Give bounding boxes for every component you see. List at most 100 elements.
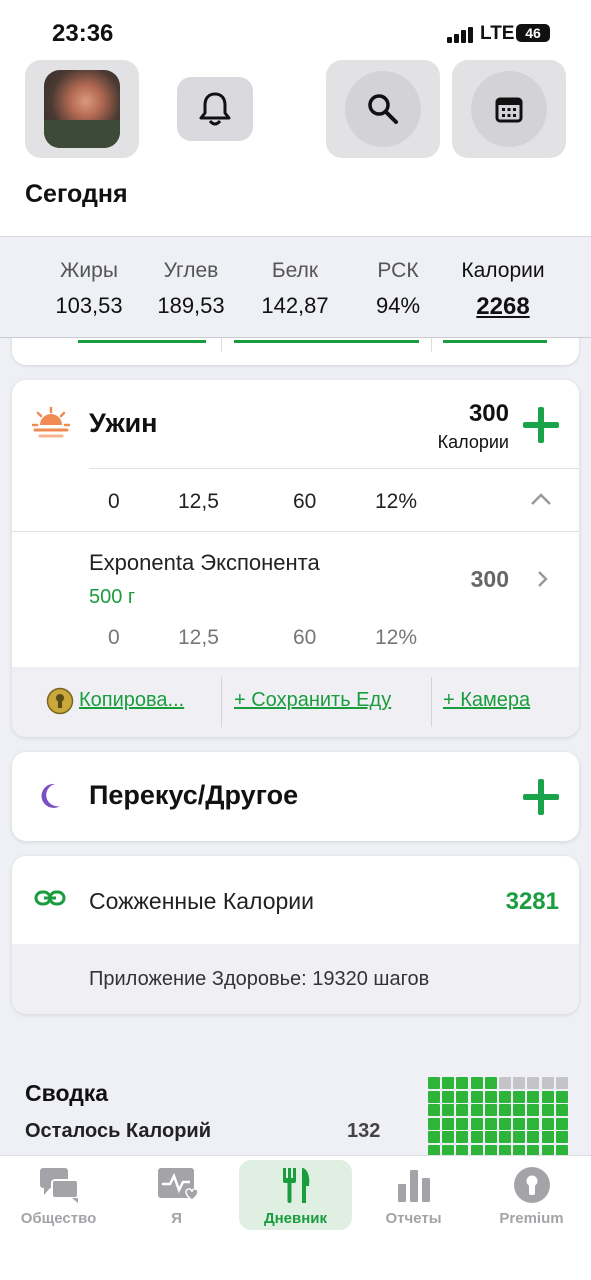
status-bar: 23:36 LTE 46 bbox=[0, 0, 591, 60]
grid-cell bbox=[456, 1117, 469, 1130]
chevron-right-icon bbox=[538, 571, 548, 587]
grid-cell bbox=[442, 1131, 455, 1143]
grid-cell bbox=[527, 1104, 540, 1116]
header: Сегодня bbox=[0, 60, 591, 236]
tab-bar: Общество Я Дневник Отчеты Premium bbox=[0, 1155, 591, 1280]
link-icon bbox=[34, 890, 66, 906]
grid-cell bbox=[513, 1090, 526, 1103]
remaining-calories-value: 132 bbox=[347, 1120, 381, 1142]
notifications-button[interactable] bbox=[177, 77, 253, 141]
grid-cell bbox=[428, 1131, 440, 1143]
grid-cell bbox=[555, 1077, 568, 1089]
grid-cell bbox=[555, 1131, 568, 1143]
food-protein: 60 bbox=[293, 626, 317, 649]
tab-community[interactable]: Общество bbox=[2, 1160, 115, 1230]
add-snack-button[interactable] bbox=[523, 779, 559, 815]
grid-cell bbox=[470, 1077, 483, 1089]
food-amount: 500 г bbox=[89, 586, 136, 608]
grid-cell bbox=[428, 1077, 440, 1089]
summary-title: Сводка bbox=[25, 1080, 109, 1106]
grid-cell bbox=[470, 1117, 483, 1130]
tab-diary[interactable]: Дневник bbox=[239, 1160, 352, 1230]
moon-icon bbox=[41, 783, 60, 808]
grid-cell bbox=[513, 1131, 526, 1143]
dinner-total-protein: 60 bbox=[293, 490, 317, 513]
grid-cell bbox=[541, 1077, 554, 1089]
search-button[interactable] bbox=[326, 60, 440, 158]
grid-cell bbox=[499, 1104, 511, 1116]
grid-cell bbox=[513, 1077, 526, 1089]
grid-cell bbox=[442, 1117, 455, 1130]
macro-fat: Жиры 103,53 bbox=[55, 259, 123, 318]
grid-cell bbox=[456, 1104, 469, 1116]
macro-rdi: РСК 94% bbox=[375, 259, 421, 318]
burned-calories-value: 3281 bbox=[505, 888, 559, 915]
grid-cell bbox=[541, 1117, 554, 1130]
copy-meal-link[interactable]: Копирова... bbox=[79, 689, 184, 712]
grid-cell bbox=[484, 1117, 497, 1130]
sunset-icon bbox=[32, 406, 70, 438]
grid-cell bbox=[484, 1077, 497, 1089]
grid-cell bbox=[527, 1131, 540, 1143]
status-time: 23:36 bbox=[52, 20, 114, 47]
heart-pulse-icon bbox=[157, 1168, 198, 1201]
grid-cell bbox=[555, 1090, 568, 1103]
grid-cell bbox=[428, 1090, 440, 1103]
save-food-link[interactable]: + Сохранить Еду bbox=[234, 689, 391, 712]
grid-cell bbox=[555, 1104, 568, 1116]
snack-card: Перекус/Другое bbox=[12, 752, 579, 841]
dinner-action-bar: Копирова... + Сохранить Еду + Камера bbox=[12, 667, 579, 737]
tab-me[interactable]: Я bbox=[120, 1160, 233, 1230]
food-carbs: 12,5 bbox=[178, 626, 219, 649]
grid-cell bbox=[499, 1131, 511, 1143]
grid-cell bbox=[484, 1104, 497, 1116]
tab-reports[interactable]: Отчеты bbox=[357, 1160, 470, 1230]
grid-cell bbox=[428, 1104, 440, 1116]
grid-cell bbox=[484, 1090, 497, 1103]
battery-icon: 46 bbox=[516, 24, 550, 42]
grid-cell bbox=[513, 1117, 526, 1130]
add-dinner-button[interactable] bbox=[523, 407, 559, 443]
grid-cell bbox=[527, 1117, 540, 1130]
calendar-button[interactable] bbox=[452, 60, 566, 158]
food-calories: 300 bbox=[470, 566, 509, 592]
dinner-total-fat: 0 bbox=[108, 490, 120, 513]
remaining-calories-label: Осталось Калорий bbox=[25, 1120, 212, 1142]
health-app-source: Приложение Здоровье: 19320 шагов bbox=[12, 944, 579, 1014]
dinner-calories-label: Калории bbox=[437, 432, 509, 452]
dinner-total-carbs: 12,5 bbox=[178, 490, 219, 513]
chevron-up-icon[interactable] bbox=[530, 492, 552, 506]
bar-chart-icon bbox=[397, 1170, 430, 1202]
keyhole-icon bbox=[513, 1167, 550, 1203]
grid-cell bbox=[456, 1090, 469, 1103]
grid-cell bbox=[456, 1077, 469, 1089]
grid-cell bbox=[513, 1104, 526, 1116]
grid-cell bbox=[456, 1131, 469, 1143]
dinner-calories: 300 bbox=[468, 400, 509, 427]
grid-cell bbox=[541, 1104, 554, 1116]
food-fat: 0 bbox=[108, 626, 120, 649]
search-icon bbox=[368, 94, 398, 124]
grid-cell bbox=[442, 1090, 455, 1103]
burned-calories-card[interactable]: Сожженные Калории 3281 Приложение Здоров… bbox=[12, 856, 579, 1014]
grid-cell bbox=[499, 1090, 511, 1103]
dinner-card: Ужин 300 Калории 0 12,5 60 12% Exponenta… bbox=[12, 380, 579, 737]
grid-cell bbox=[527, 1077, 540, 1089]
profile-button[interactable] bbox=[25, 60, 139, 158]
grid-cell bbox=[470, 1104, 483, 1116]
camera-link[interactable]: + Камера bbox=[443, 689, 530, 712]
chat-bubbles-icon bbox=[39, 1168, 79, 1203]
macro-calories[interactable]: Калории 2268 bbox=[450, 259, 556, 321]
food-name: Exponenta Экспонента bbox=[89, 550, 320, 575]
keyhole-badge-icon bbox=[46, 687, 74, 715]
network-type: LTE bbox=[480, 23, 515, 44]
calorie-progress-grid bbox=[428, 1077, 570, 1157]
grid-cell bbox=[470, 1131, 483, 1143]
macro-carbs: Углев 189,53 bbox=[157, 259, 225, 318]
bell-icon bbox=[199, 92, 231, 126]
grid-cell bbox=[541, 1090, 554, 1103]
grid-cell bbox=[527, 1090, 540, 1103]
tab-premium[interactable]: Premium bbox=[475, 1160, 588, 1230]
dinner-total-rdi: 12% bbox=[375, 490, 418, 513]
grid-cell bbox=[499, 1117, 511, 1130]
